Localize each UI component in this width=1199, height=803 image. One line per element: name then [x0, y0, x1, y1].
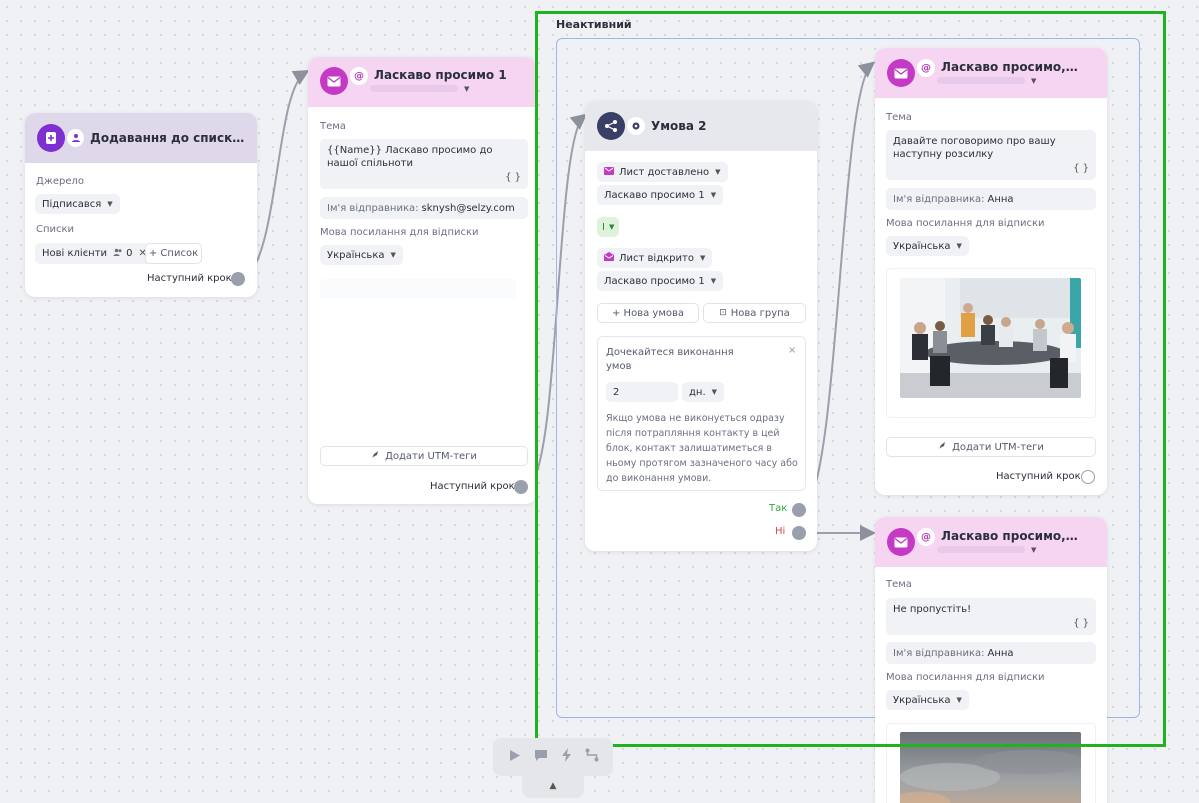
caret-down-icon: ▼	[390, 251, 396, 259]
mail-icon	[320, 67, 348, 95]
caret-down-icon: ▼	[464, 85, 470, 93]
list-chip[interactable]: Нові клієнти 0 ✕	[35, 243, 154, 264]
sender-key: Ім'я відправника:	[327, 202, 419, 214]
variables-button[interactable]: { }	[505, 171, 521, 184]
unsub-label: Мова посилання для відписки	[320, 227, 479, 238]
next-step-port[interactable]	[231, 272, 245, 286]
chevron-up-icon: ▲	[549, 781, 557, 791]
play-icon[interactable]	[508, 749, 521, 766]
selection-frame	[535, 11, 1166, 747]
lists-label: Списки	[36, 224, 75, 235]
connector-icon[interactable]	[585, 748, 599, 766]
next-step-label: Наступний крок	[147, 273, 232, 284]
list-chip-name: Нові клієнти	[42, 248, 108, 259]
next-step-label: Наступний крок	[430, 481, 515, 492]
sender-value: sknysh@selzy.com	[421, 202, 515, 214]
subject-label: Тема	[320, 121, 346, 132]
users-icon	[113, 248, 123, 260]
user-icon	[67, 129, 85, 147]
caret-down-icon: ▼	[107, 200, 113, 208]
at-sign-icon: @	[350, 67, 368, 85]
email-preview-placeholder	[320, 279, 516, 299]
bolt-icon[interactable]	[561, 748, 572, 766]
bottom-toolbar	[493, 738, 613, 776]
sender-select[interactable]: ▼	[370, 84, 469, 94]
subject-field[interactable]: {{Name}} Ласкаво просимо до нашої спільн…	[320, 139, 528, 189]
list-node[interactable]: Додавання до списку 1 Джерело Підписався…	[25, 113, 257, 297]
list-count: 0	[126, 248, 133, 259]
rocket-icon	[371, 450, 380, 462]
toolbar-expand-tab[interactable]: ▲	[522, 774, 584, 798]
sender-name-field[interactable]: Ім'я відправника: sknysh@selzy.com	[320, 197, 528, 219]
utm-button[interactable]: Додати UTM-теги	[320, 446, 528, 466]
list-add-icon	[37, 124, 65, 152]
subject-text: {{Name}} Ласкаво просимо до нашої спільн…	[327, 145, 493, 169]
next-step-port[interactable]	[514, 480, 528, 494]
node-title: Додавання до списку 1	[90, 131, 245, 145]
node-title: Ласкаво просимо 1	[374, 68, 507, 82]
unsub-language-select[interactable]: Українська ▼	[320, 245, 403, 265]
unsub-language-value: Українська	[327, 249, 385, 261]
source-label: Джерело	[36, 176, 84, 187]
source-select[interactable]: Підписався ▼	[35, 194, 120, 214]
add-list-button[interactable]: + Список	[145, 243, 202, 264]
email-node-1[interactable]: @ Ласкаво просимо 1 ▼ Тема {{Name}} Ласк…	[308, 57, 536, 504]
utm-button-label: Додати UTM-теги	[385, 450, 477, 462]
source-value: Підписався	[42, 198, 102, 210]
comment-icon[interactable]	[534, 749, 548, 766]
